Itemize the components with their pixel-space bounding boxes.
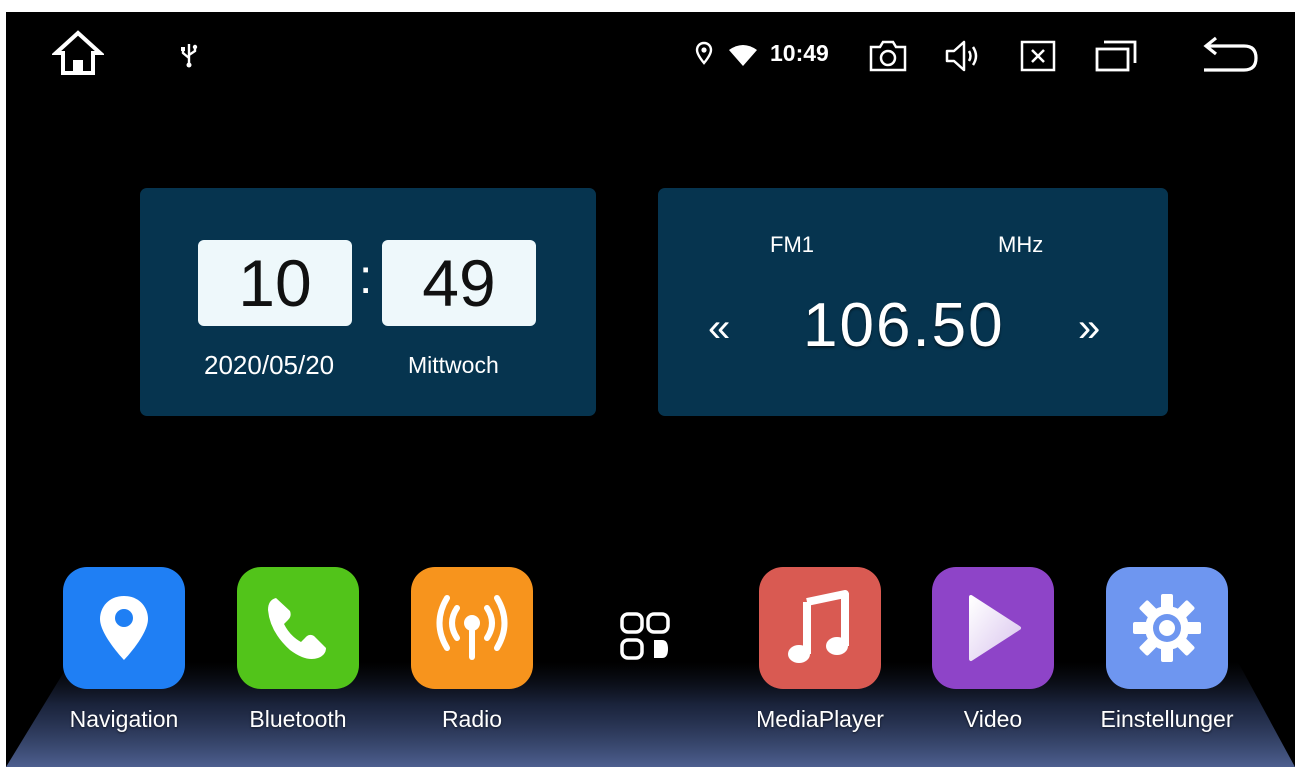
app-label-settings: Einstellunger xyxy=(1100,706,1234,732)
seek-prev-button[interactable]: « xyxy=(708,306,730,351)
app-label-radio: Radio xyxy=(441,706,503,732)
screenshot-icon[interactable] xyxy=(868,38,908,74)
radio-unit: MHz xyxy=(998,232,1044,257)
play-icon xyxy=(969,595,1021,661)
status-time: 10:49 xyxy=(770,40,829,66)
app-label-mediaplayer: MediaPlayer xyxy=(756,706,884,732)
app-grid-icon[interactable] xyxy=(620,612,670,662)
app-label-bluetooth: Bluetooth xyxy=(249,706,347,732)
back-icon[interactable] xyxy=(1198,34,1260,76)
home-icon[interactable] xyxy=(52,28,104,78)
clock-widget[interactable]: 10 : 49 2020/05/20 Mittwoch xyxy=(140,188,596,416)
frame-left xyxy=(0,0,6,767)
gear-icon xyxy=(1133,594,1201,662)
radio-antenna-icon xyxy=(436,595,508,660)
map-pin-icon xyxy=(100,596,148,660)
music-note-icon xyxy=(788,590,849,663)
location-icon xyxy=(694,40,714,68)
app-navigation[interactable] xyxy=(63,567,185,689)
app-bluetooth[interactable] xyxy=(237,567,359,689)
app-mediaplayer[interactable] xyxy=(759,567,881,689)
app-video[interactable] xyxy=(932,567,1054,689)
app-label-video: Video xyxy=(963,706,1023,732)
seek-next-button[interactable]: » xyxy=(1078,306,1100,351)
app-label-navigation: Navigation xyxy=(69,706,179,732)
radio-widget[interactable]: FM1 MHz « 106.50 » xyxy=(658,188,1168,416)
clock-minutes: 49 xyxy=(382,240,536,326)
usb-icon xyxy=(178,42,200,68)
radio-band: FM1 xyxy=(770,232,814,257)
close-app-icon[interactable] xyxy=(1018,38,1058,74)
frame-right xyxy=(1295,0,1304,767)
wifi-icon xyxy=(727,43,759,69)
clock-separator: : xyxy=(359,251,373,304)
clock-hours: 10 xyxy=(198,240,352,326)
recent-apps-icon[interactable] xyxy=(1093,38,1139,74)
app-settings[interactable] xyxy=(1106,567,1228,689)
phone-icon xyxy=(268,598,326,659)
frame-top xyxy=(0,0,1304,12)
app-radio[interactable] xyxy=(411,567,533,689)
radio-frequency: 106.50 xyxy=(803,291,1005,360)
clock-weekday: Mittwoch xyxy=(408,352,499,378)
volume-icon[interactable] xyxy=(944,38,982,74)
clock-date: 2020/05/20 xyxy=(204,350,335,380)
